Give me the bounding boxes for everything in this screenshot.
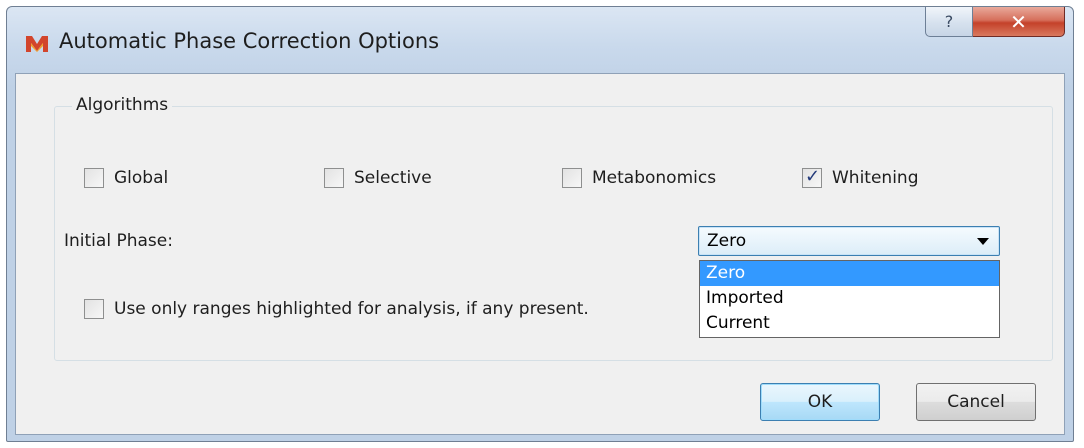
metabonomics-checkbox[interactable] [562, 168, 582, 188]
algorithms-group-label: Algorithms [72, 95, 173, 115]
initial-phase-label: Initial Phase: [64, 231, 173, 251]
use-ranges-checkbox-label: Use only ranges highlighted for analysis… [114, 299, 589, 319]
whitening-checkbox-row[interactable]: ✓ Whitening [802, 166, 919, 188]
dropdown-option-current[interactable]: Current [700, 311, 999, 336]
close-button[interactable]: ✕ [973, 7, 1065, 37]
app-logo-icon [26, 36, 48, 52]
dialog-client-area: Algorithms Global Selective Metabonomics… [15, 73, 1065, 435]
help-icon: ? [944, 12, 954, 31]
selective-checkbox-label: Selective [354, 168, 432, 188]
check-icon: ✓ [805, 166, 821, 187]
dropdown-option-zero[interactable]: Zero [700, 261, 999, 286]
title-bar[interactable]: Automatic Phase Correction Options ? ✕ [7, 7, 1073, 73]
cancel-button[interactable]: Cancel [916, 383, 1036, 421]
initial-phase-selected-value: Zero [707, 231, 747, 251]
whitening-checkbox-label: Whitening [832, 168, 919, 188]
global-checkbox[interactable] [84, 168, 104, 188]
selective-checkbox-row[interactable]: Selective [324, 168, 432, 188]
use-ranges-checkbox-row[interactable]: Use only ranges highlighted for analysis… [84, 299, 589, 319]
metabonomics-checkbox-row[interactable]: Metabonomics [562, 168, 716, 188]
use-ranges-checkbox[interactable] [84, 299, 104, 319]
initial-phase-dropdown-list: Zero Imported Current [699, 260, 1000, 338]
whitening-checkbox[interactable]: ✓ [802, 166, 822, 188]
ok-button[interactable]: OK [760, 383, 880, 421]
close-icon: ✕ [1010, 9, 1027, 34]
global-checkbox-label: Global [114, 168, 169, 188]
dialog-title: Automatic Phase Correction Options [59, 29, 440, 53]
chevron-down-icon[interactable] [977, 238, 989, 245]
selective-checkbox[interactable] [324, 168, 344, 188]
metabonomics-checkbox-label: Metabonomics [592, 168, 717, 188]
initial-phase-combobox[interactable]: Zero [698, 226, 1000, 256]
dropdown-option-imported[interactable]: Imported [700, 286, 999, 311]
global-checkbox-row[interactable]: Global [84, 168, 168, 188]
help-button[interactable]: ? [925, 7, 973, 37]
caption-buttons: ? ✕ [925, 7, 1065, 39]
dialog-window: Automatic Phase Correction Options ? ✕ A… [6, 6, 1074, 442]
